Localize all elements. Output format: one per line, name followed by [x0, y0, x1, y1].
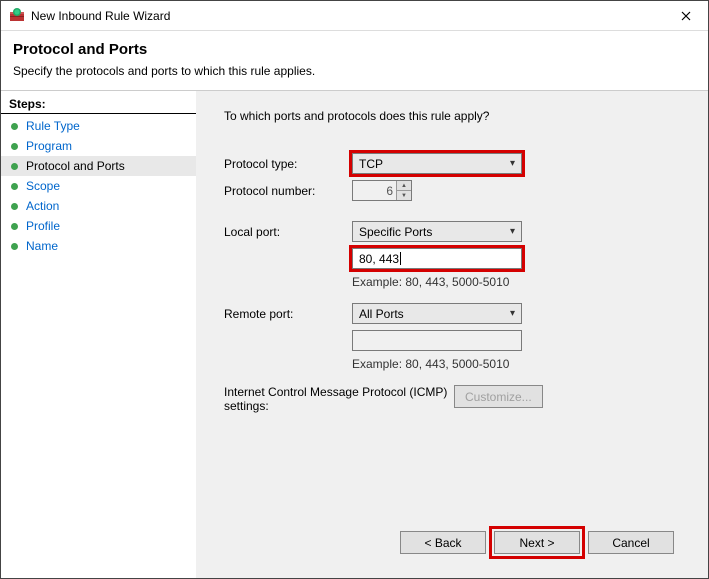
- bullet-icon: [11, 143, 18, 150]
- protocol-number-label: Protocol number:: [224, 184, 352, 198]
- firewall-icon: [9, 8, 25, 24]
- chevron-down-icon: ▾: [510, 308, 515, 319]
- content-inner: To which ports and protocols does this r…: [224, 109, 688, 521]
- local-port-input-row: 80, 443: [224, 248, 688, 269]
- text-caret: [400, 252, 401, 265]
- page-title: Protocol and Ports: [13, 41, 696, 58]
- next-label: Next >: [519, 536, 554, 550]
- remote-port-example: Example: 80, 443, 5000-5010: [352, 357, 688, 371]
- chevron-down-icon: ▾: [510, 226, 515, 237]
- protocol-number-row: Protocol number: 6 ▲ ▼: [224, 180, 688, 201]
- wizard-header: Protocol and Ports Specify the protocols…: [1, 31, 708, 86]
- bullet-icon: [11, 223, 18, 230]
- close-button[interactable]: [666, 2, 706, 30]
- wizard-body: Steps: Rule Type Program Protocol and Po…: [1, 91, 708, 578]
- remote-port-label: Remote port:: [224, 307, 352, 321]
- step-program[interactable]: Program: [1, 136, 196, 156]
- spin-down-icon: ▼: [397, 191, 411, 200]
- protocol-type-value: TCP: [359, 157, 383, 171]
- chevron-down-icon: ▾: [510, 158, 515, 169]
- steps-sidebar: Steps: Rule Type Program Protocol and Po…: [1, 91, 196, 578]
- customize-label: Customize...: [465, 390, 532, 404]
- local-port-select-value: Specific Ports: [359, 225, 432, 239]
- question-text: To which ports and protocols does this r…: [224, 109, 688, 123]
- step-protocol-and-ports[interactable]: Protocol and Ports: [1, 156, 196, 176]
- protocol-number-spinner: 6 ▲ ▼: [352, 180, 412, 201]
- protocol-type-label: Protocol type:: [224, 157, 352, 171]
- next-button[interactable]: Next >: [494, 531, 580, 554]
- wizard-window: New Inbound Rule Wizard Protocol and Por…: [0, 0, 709, 579]
- remote-port-input: [352, 330, 522, 351]
- step-label: Action: [26, 199, 59, 213]
- remote-port-select-value: All Ports: [359, 307, 404, 321]
- window-title: New Inbound Rule Wizard: [31, 9, 666, 23]
- cancel-button[interactable]: Cancel: [588, 531, 674, 554]
- local-port-label: Local port:: [224, 225, 352, 239]
- cancel-label: Cancel: [612, 536, 649, 550]
- wizard-footer: < Back Next > Cancel: [224, 521, 688, 568]
- step-rule-type[interactable]: Rule Type: [1, 116, 196, 136]
- step-name[interactable]: Name: [1, 236, 196, 256]
- step-label: Protocol and Ports: [26, 159, 125, 173]
- step-label: Name: [26, 239, 58, 253]
- content-panel: To which ports and protocols does this r…: [196, 91, 708, 578]
- remote-port-select[interactable]: All Ports ▾: [352, 303, 522, 324]
- local-port-input[interactable]: 80, 443: [352, 248, 522, 269]
- protocol-type-select[interactable]: TCP ▾: [352, 153, 522, 174]
- bullet-icon: [11, 243, 18, 250]
- step-scope[interactable]: Scope: [1, 176, 196, 196]
- icmp-label: Internet Control Message Protocol (ICMP)…: [224, 385, 454, 413]
- step-action[interactable]: Action: [1, 196, 196, 216]
- local-port-row: Local port: Specific Ports ▾: [224, 221, 688, 242]
- step-label: Scope: [26, 179, 60, 193]
- icmp-row: Internet Control Message Protocol (ICMP)…: [224, 385, 688, 413]
- spin-up-icon: ▲: [397, 181, 411, 191]
- step-label: Rule Type: [26, 119, 80, 133]
- remote-port-input-row: [224, 330, 688, 351]
- back-button[interactable]: < Back: [400, 531, 486, 554]
- local-port-value: 80, 443: [359, 252, 399, 266]
- protocol-number-value: 6: [386, 184, 393, 198]
- title-bar: New Inbound Rule Wizard: [1, 1, 708, 31]
- customize-button: Customize...: [454, 385, 543, 408]
- local-port-select[interactable]: Specific Ports ▾: [352, 221, 522, 242]
- step-profile[interactable]: Profile: [1, 216, 196, 236]
- step-label: Profile: [26, 219, 60, 233]
- bullet-icon: [11, 183, 18, 190]
- back-label: < Back: [424, 536, 461, 550]
- next-button-highlight: Next >: [494, 531, 580, 554]
- protocol-type-row: Protocol type: TCP ▾: [224, 153, 688, 174]
- page-subtitle: Specify the protocols and ports to which…: [13, 64, 696, 78]
- local-port-example: Example: 80, 443, 5000-5010: [352, 275, 688, 289]
- bullet-icon: [11, 163, 18, 170]
- steps-title: Steps:: [1, 97, 196, 114]
- step-label: Program: [26, 139, 72, 153]
- spin-controls: ▲ ▼: [396, 181, 411, 200]
- bullet-icon: [11, 123, 18, 130]
- remote-port-row: Remote port: All Ports ▾: [224, 303, 688, 324]
- bullet-icon: [11, 203, 18, 210]
